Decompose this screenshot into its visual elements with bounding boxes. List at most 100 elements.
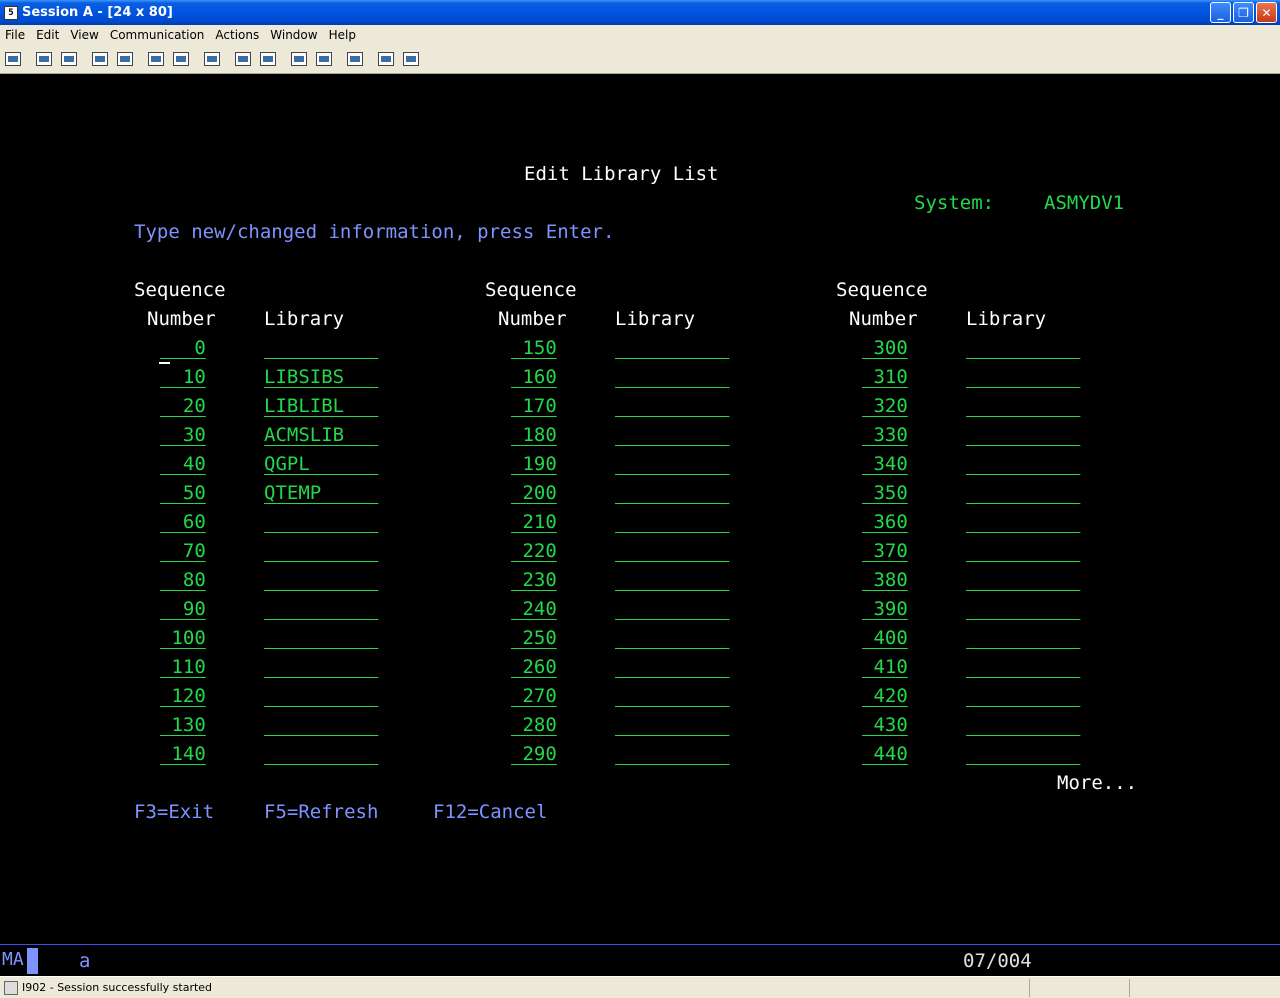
library-name-field[interactable] [264,743,378,765]
library-name-field[interactable] [264,685,378,707]
sequence-number-field[interactable]: 80 [160,569,206,591]
library-name-field[interactable] [615,395,729,417]
library-name-field[interactable] [264,511,378,533]
terminal-screen[interactable]: Edit Library List System: ASMYDV1 Type n… [0,75,1280,944]
sequence-number-field[interactable]: 60 [160,511,206,533]
sequence-number-field[interactable]: 140 [160,743,205,765]
send-icon[interactable] [89,48,111,70]
library-name-field[interactable] [966,627,1080,649]
minimize-button[interactable]: _ [1210,2,1231,23]
sequence-number-field[interactable]: 310 [862,366,907,388]
sequence-number-field[interactable]: 360 [862,511,907,533]
sequence-number-field[interactable]: 110 [160,656,205,678]
library-name-field[interactable] [615,743,729,765]
chart-icon[interactable] [201,48,223,70]
library-name-field[interactable] [966,511,1080,533]
library-name-field[interactable] [264,569,378,591]
library-name-field[interactable] [615,598,729,620]
menu-communication[interactable]: Communication [105,28,211,42]
sequence-number-field[interactable]: 420 [862,685,907,707]
library-name-field[interactable] [615,627,729,649]
sequence-number-field[interactable]: 180 [511,424,556,446]
library-name-field[interactable] [966,424,1080,446]
sequence-number-field[interactable]: 200 [511,482,556,504]
sequence-number-field[interactable]: 30 [160,424,206,446]
library-name-field[interactable]: LIBLIBL [264,395,378,417]
library-name-field[interactable] [264,714,378,736]
library-name-field[interactable] [615,656,729,678]
menu-help[interactable]: Help [324,28,362,42]
library-name-field[interactable] [615,337,729,359]
receive-icon[interactable] [114,48,136,70]
library-name-field[interactable] [966,656,1080,678]
sequence-number-field[interactable]: 270 [511,685,556,707]
session-app-icon[interactable]: 5 [4,5,18,20]
copy-icon[interactable] [33,48,55,70]
sequence-number-field[interactable]: 240 [511,598,556,620]
maximize-button[interactable]: ❐ [1233,2,1254,23]
sequence-number-field[interactable]: 250 [511,627,556,649]
sequence-number-field[interactable]: 320 [862,395,907,417]
sequence-number-field[interactable]: 370 [862,540,907,562]
display-icon[interactable] [145,48,167,70]
library-name-field[interactable] [264,540,378,562]
sequence-number-field[interactable]: 120 [160,685,205,707]
library-name-field[interactable] [966,714,1080,736]
sequence-number-field[interactable]: 150 [511,337,556,359]
sequence-number-field[interactable]: 330 [862,424,907,446]
sequence-number-field[interactable]: 190 [511,453,556,475]
library-name-field[interactable] [615,511,729,533]
sequence-number-field[interactable]: 20 [160,395,206,417]
clipboard-icon[interactable] [344,48,366,70]
library-name-field[interactable] [264,627,378,649]
globe-icon[interactable] [375,48,397,70]
keypad-icon[interactable] [170,48,192,70]
library-name-field[interactable]: QTEMP [264,482,378,504]
library-name-field[interactable]: LIBSIBS [264,366,378,388]
sequence-number-field[interactable]: 230 [511,569,556,591]
library-name-field[interactable] [966,395,1080,417]
stop-macro-icon[interactable] [257,48,279,70]
library-name-field[interactable] [966,743,1080,765]
sequence-number-field[interactable]: 170 [511,395,556,417]
library-name-field[interactable] [264,598,378,620]
library-name-field[interactable] [966,598,1080,620]
record-macro-icon[interactable] [232,48,254,70]
sequence-number-field[interactable]: 90 [160,598,206,620]
sequence-number-field[interactable]: 10 [160,366,206,388]
library-name-field[interactable] [615,424,729,446]
library-name-field[interactable] [615,685,729,707]
library-name-field[interactable]: QGPL [264,453,378,475]
menu-file[interactable]: File [0,28,31,42]
sequence-number-field[interactable]: 100 [160,627,205,649]
sequence-number-field[interactable]: 380 [862,569,907,591]
menu-view[interactable]: View [65,28,104,42]
sequence-number-field[interactable]: 0 [160,337,205,359]
sequence-number-field[interactable]: 340 [862,453,907,475]
menu-window[interactable]: Window [265,28,323,42]
library-name-field[interactable] [615,569,729,591]
sequence-number-field[interactable]: 50 [160,482,206,504]
macro-edit-icon[interactable] [313,48,335,70]
sequence-number-field[interactable]: 440 [862,743,907,765]
sequence-number-field[interactable]: 210 [511,511,556,533]
library-name-field[interactable] [615,482,729,504]
menu-edit[interactable]: Edit [31,28,65,42]
library-name-field[interactable] [264,656,378,678]
f5-refresh-key[interactable]: F5=Refresh [264,801,378,823]
paste-icon[interactable] [58,48,80,70]
sequence-number-field[interactable]: 430 [862,714,907,736]
close-button[interactable]: ✕ [1256,2,1277,23]
sequence-number-field[interactable]: 350 [862,482,907,504]
library-name-field[interactable] [966,569,1080,591]
f12-cancel-key[interactable]: F12=Cancel [433,801,547,823]
library-name-field[interactable] [966,366,1080,388]
sequence-number-field[interactable]: 280 [511,714,556,736]
menu-actions[interactable]: Actions [210,28,265,42]
sequence-number-field[interactable]: 160 [511,366,556,388]
sequence-number-field[interactable]: 260 [511,656,556,678]
library-name-field[interactable] [264,337,378,359]
support-icon[interactable] [400,48,422,70]
sequence-number-field[interactable]: 300 [862,337,907,359]
f3-exit-key[interactable]: F3=Exit [134,801,214,823]
